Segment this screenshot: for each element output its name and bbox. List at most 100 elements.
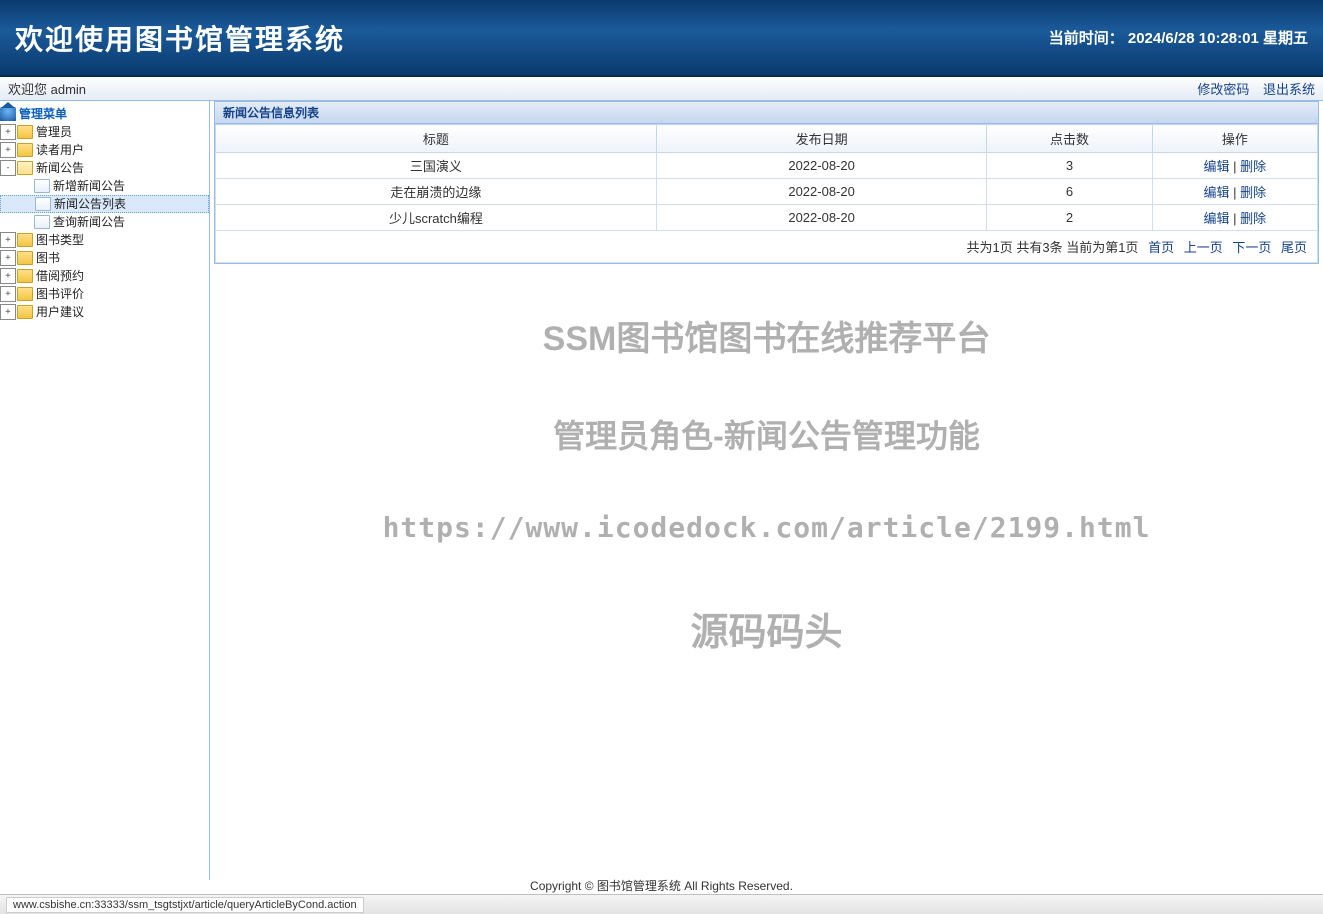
col-date: 发布日期 [656,125,987,153]
nav-tree: 管理菜单 + 管理员 + 读者用户 - 新闻公告 新增新闻公告 [0,101,209,325]
folder-icon [17,233,33,247]
cell-date: 2022-08-20 [656,179,987,205]
tree-label: 借阅预约 [36,267,84,285]
cell-hits: 2 [987,205,1152,231]
cell-op: 编辑 | 删除 [1152,153,1317,179]
statusbar-url: www.csbishe.cn:33333/ssm_tsgtstjxt/artic… [6,897,364,913]
tree-label: 查询新闻公告 [53,213,125,231]
tree-item-booktype[interactable]: + 图书类型 [0,231,209,249]
time-value: 2024/6/28 10:28:01 星期五 [1128,30,1308,47]
welcome-text: 欢迎您 admin [8,79,86,98]
tree-label: 新增新闻公告 [53,177,125,195]
expand-icon[interactable]: + [0,304,16,320]
watermark-line1: SSM图书馆图书在线推荐平台 [210,311,1323,360]
folder-icon [17,269,33,283]
table-row: 三国演义2022-08-203编辑 | 删除 [216,153,1318,179]
tree-label: 图书类型 [36,231,84,249]
cell-op: 编辑 | 删除 [1152,179,1317,205]
expand-icon[interactable]: + [0,268,16,284]
pager-summary: 共为1页 共有3条 当前为第1页 [967,240,1139,255]
edit-link[interactable]: 编辑 [1204,185,1230,200]
page-icon [35,197,51,211]
delete-link[interactable]: 删除 [1240,211,1266,226]
tree-item-review[interactable]: + 图书评价 [0,285,209,303]
cell-title: 少儿scratch编程 [216,205,657,231]
cell-hits: 6 [987,179,1152,205]
app-title: 欢迎使用图书馆管理系统 [15,18,345,58]
folder-open-icon [17,161,33,175]
tree-item-news[interactable]: - 新闻公告 [0,159,209,177]
cell-hits: 3 [987,153,1152,179]
statusbar: www.csbishe.cn:33333/ssm_tsgtstjxt/artic… [0,894,1323,914]
col-hits: 点击数 [987,125,1152,153]
tree-label: 读者用户 [36,141,84,159]
tree-label: 图书评价 [36,285,84,303]
watermark-line4: 源码码头 [210,601,1323,656]
table-row: 走在崩溃的边缘2022-08-206编辑 | 删除 [216,179,1318,205]
folder-icon [17,143,33,157]
collapse-icon[interactable]: - [0,160,16,176]
tree-label: 新闻公告列表 [54,195,126,213]
data-table: 标题 发布日期 点击数 操作 三国演义2022-08-203编辑 | 删除走在崩… [215,124,1318,231]
app-header: 欢迎使用图书馆管理系统 当前时间： 2024/6/28 10:28:01 星期五 [0,0,1323,77]
tree-root[interactable]: 管理菜单 [0,105,209,123]
delete-link[interactable]: 删除 [1240,159,1266,174]
tree-item-admin[interactable]: + 管理员 [0,123,209,141]
tree-item-news-add[interactable]: 新增新闻公告 [0,177,209,195]
expand-icon[interactable]: + [0,250,16,266]
header-time: 当前时间： 2024/6/28 10:28:01 星期五 [1049,27,1308,48]
expand-icon[interactable]: + [0,124,16,140]
cell-date: 2022-08-20 [656,153,987,179]
expand-icon[interactable]: + [0,232,16,248]
change-password-link[interactable]: 修改密码 [1197,82,1249,97]
tree-label: 图书 [36,249,60,267]
cell-op: 编辑 | 删除 [1152,205,1317,231]
folder-icon [17,305,33,319]
cell-date: 2022-08-20 [656,205,987,231]
tree-root-label: 管理菜单 [19,105,67,123]
tree-item-reader[interactable]: + 读者用户 [0,141,209,159]
pager-prev[interactable]: 上一页 [1184,240,1223,255]
sidebar: 管理菜单 + 管理员 + 读者用户 - 新闻公告 新增新闻公告 [0,101,210,880]
delete-link[interactable]: 删除 [1240,185,1266,200]
cell-title: 走在崩溃的边缘 [216,179,657,205]
folder-icon [17,287,33,301]
pager-next[interactable]: 下一页 [1232,240,1271,255]
tree-item-news-list[interactable]: 新闻公告列表 [0,195,209,213]
tree-label: 新闻公告 [36,159,84,177]
page-icon [34,179,50,193]
pager-first[interactable]: 首页 [1148,240,1174,255]
table-row: 少儿scratch编程2022-08-202编辑 | 删除 [216,205,1318,231]
tree-item-news-query[interactable]: 查询新闻公告 [0,213,209,231]
col-op: 操作 [1152,125,1317,153]
expand-icon[interactable]: + [0,142,16,158]
main: 管理菜单 + 管理员 + 读者用户 - 新闻公告 新增新闻公告 [0,101,1323,880]
list-panel: 新闻公告信息列表 标题 发布日期 点击数 操作 三国演义2022-08-203编… [214,101,1319,264]
logout-link[interactable]: 退出系统 [1263,82,1315,97]
toolbar-right: 修改密码 退出系统 [1187,79,1315,98]
toolbar: 欢迎您 admin 修改密码 退出系统 [0,77,1323,101]
pager-last[interactable]: 尾页 [1281,240,1307,255]
watermark-line2: 管理员角色-新闻公告管理功能 [210,411,1323,457]
tree-item-book[interactable]: + 图书 [0,249,209,267]
cell-title: 三国演义 [216,153,657,179]
time-label: 当前时间： [1049,30,1124,47]
pager: 共为1页 共有3条 当前为第1页 首页 上一页 下一页 尾页 [215,231,1318,263]
col-title: 标题 [216,125,657,153]
expand-icon[interactable]: + [0,286,16,302]
tree-label: 用户建议 [36,303,84,321]
table-header-row: 标题 发布日期 点击数 操作 [216,125,1318,153]
page-icon [34,215,50,229]
panel-title: 新闻公告信息列表 [215,102,1318,124]
folder-icon [17,251,33,265]
watermark-line3: https://www.icodedock.com/article/2199.h… [210,511,1323,544]
home-icon [0,107,16,121]
tree-item-suggest[interactable]: + 用户建议 [0,303,209,321]
footer: Copyright © 图书馆管理系统 All Rights Reserved. [0,877,1323,894]
edit-link[interactable]: 编辑 [1204,211,1230,226]
tree-label: 管理员 [36,123,72,141]
content: 新闻公告信息列表 标题 发布日期 点击数 操作 三国演义2022-08-203编… [210,101,1323,880]
edit-link[interactable]: 编辑 [1204,159,1230,174]
folder-icon [17,125,33,139]
tree-item-borrow[interactable]: + 借阅预约 [0,267,209,285]
